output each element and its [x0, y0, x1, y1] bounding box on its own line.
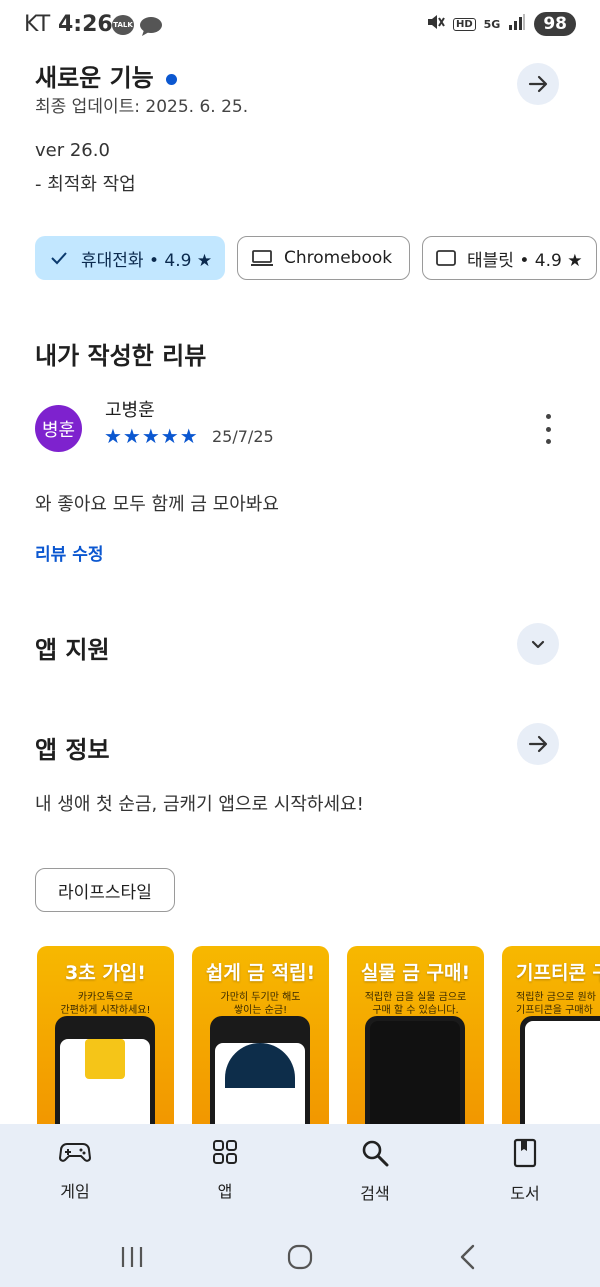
- signal-icon: [508, 13, 526, 35]
- version-text: ver 26.0: [35, 140, 110, 161]
- chip-phone-label: 휴대전화 • 4.9 ★: [81, 250, 213, 271]
- nav-games-label: 게임: [60, 1182, 90, 1201]
- app-info-heading: 앱 정보: [35, 736, 110, 764]
- arrow-right-icon: [528, 735, 548, 753]
- talk-notification-icon: TALK: [112, 15, 134, 35]
- chip-tablet[interactable]: 태블릿 • 4.9 ★: [422, 236, 597, 280]
- screenshot-1[interactable]: 3초 가입! 카카오톡으로 간편하게 시작하세요!: [37, 946, 174, 1146]
- release-note: - 최적화 작업: [35, 174, 136, 195]
- gamepad-icon: [59, 1143, 91, 1162]
- search-icon: [362, 1140, 389, 1167]
- category-tag[interactable]: 라이프스타일: [35, 868, 175, 912]
- review-text: 와 좋아요 모두 함께 금 모아봐요: [35, 494, 279, 515]
- system-navigation-bar: [0, 1238, 600, 1278]
- my-review-heading: 내가 작성한 리뷰: [35, 342, 207, 370]
- nav-books[interactable]: 도서: [475, 1138, 575, 1204]
- home-icon[interactable]: [286, 1243, 314, 1271]
- new-indicator-dot: [165, 73, 177, 85]
- nav-games[interactable]: 게임: [25, 1138, 125, 1202]
- laptop-icon: [251, 250, 273, 266]
- screenshot-title: 실물 금 구매!: [360, 962, 471, 984]
- screenshot-subtitle: 카카오톡으로 간편하게 시작하세요!: [60, 992, 151, 1016]
- hd-voice-icon: HD: [452, 17, 476, 31]
- chip-chromebook-label: Chromebook: [284, 248, 393, 268]
- nav-search[interactable]: 검색: [325, 1138, 425, 1204]
- screenshot-title: 3초 가입!: [65, 962, 146, 984]
- battery-indicator: 98: [534, 12, 576, 36]
- nav-books-label: 도서: [510, 1184, 540, 1203]
- apps-grid-icon: [213, 1140, 237, 1164]
- app-description: 내 생애 첫 순금, 금캐기 앱으로 시작하세요!: [35, 794, 364, 815]
- chip-tablet-label: 태블릿 • 4.9 ★: [467, 250, 583, 271]
- screenshot-2[interactable]: 쉽게 금 적립! 가만히 두기만 해도 쌓이는 순금!: [192, 946, 329, 1146]
- edit-review-link[interactable]: 리뷰 수정: [35, 540, 103, 565]
- whats-new-arrow-button[interactable]: [517, 63, 559, 105]
- screenshot-3[interactable]: 실물 금 구매! 적립한 금을 실물 금으로 구매 할 수 있습니다.: [347, 946, 484, 1146]
- recent-apps-icon[interactable]: [118, 1244, 146, 1270]
- whats-new-heading: 새로운 기능: [35, 58, 177, 93]
- app-info-arrow-button[interactable]: [517, 723, 559, 765]
- check-icon: [51, 252, 67, 265]
- back-icon[interactable]: [456, 1243, 480, 1271]
- review-date: 25/7/25: [212, 427, 274, 446]
- avatar: 병훈: [35, 405, 82, 452]
- screenshot-subtitle: 적립한 금을 실물 금으로 구매 할 수 있습니다.: [364, 992, 467, 1016]
- chip-phone[interactable]: 휴대전화 • 4.9 ★: [35, 236, 225, 280]
- network-5g-icon: 5G: [483, 17, 501, 31]
- screenshot-4[interactable]: 기프티콘 구 적립한 금으로 원하 기프티콘을 구매하: [502, 946, 600, 1146]
- arrow-right-icon: [528, 75, 548, 93]
- last-updated: 최종 업데이트: 2025. 6. 25.: [35, 97, 249, 117]
- nav-search-label: 검색: [360, 1184, 390, 1203]
- more-options-icon[interactable]: [538, 414, 558, 444]
- status-bar: KT 4:26 TALK HD 5G 98: [0, 0, 600, 52]
- app-support-expand-button[interactable]: [517, 623, 559, 665]
- screenshot-subtitle: 가만히 두기만 해도 쌓이는 순금!: [220, 992, 301, 1016]
- book-icon: [513, 1138, 537, 1168]
- nav-apps-label: 앱: [217, 1182, 233, 1201]
- mute-icon: [425, 12, 445, 36]
- chip-chromebook[interactable]: Chromebook: [237, 236, 410, 280]
- nav-apps[interactable]: 앱: [175, 1138, 275, 1202]
- carrier-label: KT: [24, 12, 51, 37]
- chevron-down-icon: [531, 640, 545, 649]
- review-author: 고병훈: [105, 400, 155, 421]
- clock: 4:26: [58, 12, 113, 37]
- screenshot-title: 기프티콘 구: [516, 962, 600, 984]
- screenshot-title: 쉽게 금 적립!: [205, 962, 316, 984]
- screenshot-subtitle: 적립한 금으로 원하 기프티콘을 구매하: [516, 992, 596, 1016]
- whats-new-title: 새로운 기능: [35, 64, 154, 92]
- chat-bubble-icon: [138, 15, 164, 41]
- review-stars: ★★★★★: [104, 424, 199, 448]
- bottom-navigation: 게임 앱 검색 도서: [0, 1124, 600, 1287]
- app-support-heading: 앱 지원: [35, 636, 110, 664]
- tablet-icon: [436, 250, 456, 266]
